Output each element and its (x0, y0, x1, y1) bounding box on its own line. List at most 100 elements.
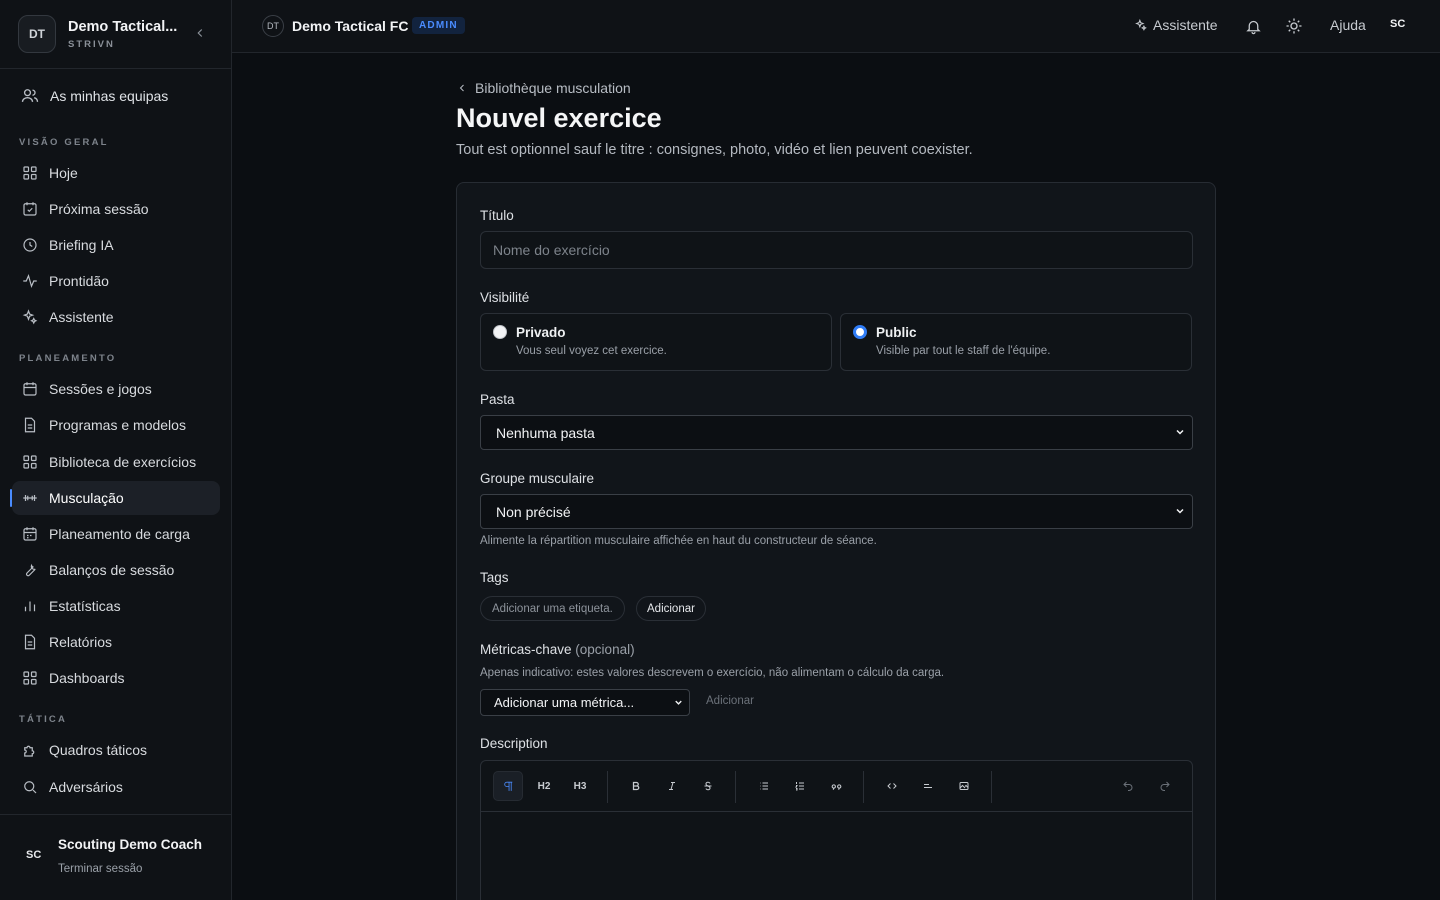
blockquote-button[interactable] (821, 771, 851, 801)
sidebar-item-label: Quadros táticos (49, 742, 148, 758)
page-title: Nouvel exercice (456, 103, 662, 133)
metrics-label-text: Métricas-chave (480, 642, 572, 657)
title-placeholder: Nome do exercício (493, 242, 610, 258)
sidebar-item-dashboards[interactable]: Dashboards (12, 661, 220, 695)
tags-label: Tags (480, 570, 509, 585)
sidebar-item-hoje[interactable]: Hoje (12, 156, 220, 190)
user-name: Scouting Demo Coach (58, 837, 203, 852)
visibility-option-public[interactable]: Public Visible par tout le staff de l'éq… (840, 313, 1192, 371)
description-editor[interactable]: H2 H3 (480, 760, 1193, 900)
sidebar-item-biblioteca[interactable]: Biblioteca de exercícios (12, 445, 220, 479)
my-teams-link[interactable]: As minhas equipas (20, 86, 168, 106)
bell-icon[interactable] (1245, 18, 1262, 35)
public-desc: Visible par tout le staff de l'équipe. (876, 345, 1051, 357)
grid-icon (23, 166, 37, 180)
italic-button[interactable] (657, 771, 687, 801)
title-input[interactable]: Nome do exercício (480, 231, 1193, 269)
image-button[interactable] (949, 771, 979, 801)
breadcrumb[interactable]: Bibliothèque musculation (456, 80, 631, 96)
private-title: Privado (516, 325, 566, 340)
my-teams-label: As minhas equipas (50, 88, 169, 104)
description-label: Description (480, 736, 548, 751)
ordered-list-button[interactable] (785, 771, 815, 801)
muscle-label: Groupe musculaire (480, 471, 595, 486)
main-content: Bibliothèque musculation Nouvel exercice… (232, 53, 1440, 900)
muscle-value: Non précisé (496, 503, 571, 520)
redo-button[interactable] (1150, 771, 1180, 801)
team-avatar: DT (262, 15, 284, 37)
muscle-select[interactable]: Non précisé (480, 494, 1193, 529)
chevron-left-icon[interactable] (193, 26, 207, 40)
user-profile: SC Scouting Demo Coach Terminar sessão (0, 814, 232, 900)
section-tactics: TÁTICA (19, 714, 68, 725)
sidebar-item-quadros[interactable]: Quadros táticos (12, 733, 220, 767)
sidebar-item-label: Relatórios (49, 634, 113, 650)
assistant-button[interactable]: Assistente (1134, 17, 1218, 33)
redo-icon (1160, 781, 1170, 791)
sidebar-item-programas[interactable]: Programas e modelos (12, 408, 220, 442)
team-switcher[interactable]: DT Demo Tactical... STRIVN (0, 0, 231, 69)
sidebar-item-label: Dashboards (49, 670, 125, 686)
activity-icon (23, 273, 37, 289)
folder-select[interactable]: Nenhuma pasta (480, 415, 1193, 450)
strikethrough-button[interactable] (693, 771, 723, 801)
sidebar-item-proxima[interactable]: Próxima sessão (12, 192, 220, 226)
add-tag-button[interactable]: Adicionar (636, 596, 706, 621)
sidebar-item-assistente[interactable]: Assistente (12, 300, 220, 334)
folder-value: Nenhuma pasta (496, 424, 595, 441)
sidebar-item-label: Hoje (49, 165, 78, 181)
undo-button[interactable] (1113, 771, 1143, 801)
bullet-list-button[interactable] (749, 771, 779, 801)
sidebar-item-prontidao[interactable]: Prontidão (12, 264, 220, 298)
chevron-down-icon (1176, 429, 1184, 435)
avatar[interactable]: SC (1390, 18, 1405, 30)
calendar-check-icon (23, 202, 37, 216)
radio-public[interactable] (853, 325, 867, 339)
chevron-down-icon (1176, 508, 1184, 514)
sidebar-item-musculacao[interactable]: Musculação (10, 481, 220, 515)
sidebar-item-relatorios[interactable]: Relatórios (12, 625, 220, 659)
title-label: Título (480, 208, 514, 223)
sidebar: DT Demo Tactical... STRIVN As minhas equ… (0, 0, 232, 900)
exercise-form: Título Nome do exercício Visibilité Priv… (456, 182, 1216, 900)
sidebar-item-adversarios[interactable]: Adversários (12, 770, 220, 804)
sun-icon[interactable] (1285, 17, 1303, 35)
help-link[interactable]: Ajuda (1330, 17, 1366, 33)
sidebar-item-carga[interactable]: Planeamento de carga (12, 517, 220, 551)
strikethrough-icon (704, 781, 712, 791)
sparkles-icon (22, 309, 38, 325)
sidebar-item-sessoes[interactable]: Sessões e jogos (12, 372, 220, 406)
heading3-button[interactable]: H3 (565, 771, 595, 801)
grid-icon (23, 671, 37, 685)
sidebar-item-balancos[interactable]: Balanços de sessão (12, 553, 220, 587)
sidebar-item-label: Balanços de sessão (49, 562, 175, 578)
chevron-left-icon (459, 84, 464, 92)
section-planning: PLANEAMENTO (19, 353, 117, 364)
public-title: Public (876, 325, 917, 340)
sidebar-item-label: Adversários (49, 779, 123, 795)
private-desc: Vous seul voyez cet exercice. (516, 345, 667, 357)
logout-link[interactable]: Terminar sessão (58, 863, 142, 875)
visibility-option-private[interactable]: Privado Vous seul voyez cet exercice. (480, 313, 832, 371)
wrench-icon (25, 563, 36, 577)
pilcrow-icon (503, 781, 512, 791)
heading2-button[interactable]: H2 (529, 771, 559, 801)
code-button[interactable] (877, 771, 907, 801)
toolbar-divider (607, 771, 608, 803)
search-icon (24, 781, 37, 794)
horizontal-rule-button[interactable] (913, 771, 943, 801)
sidebar-item-label: Planeamento de carga (49, 526, 190, 542)
metric-select[interactable]: Adicionar uma métrica... (480, 689, 690, 716)
toolbar-divider (863, 771, 864, 803)
list-icon (760, 782, 768, 790)
metric-select-value: Adicionar uma métrica... (494, 695, 635, 710)
paragraph-button[interactable] (493, 771, 523, 801)
add-metric-button[interactable]: Adicionar (706, 695, 754, 707)
tag-input[interactable]: Adicionar uma etiqueta. (480, 596, 625, 621)
bar-chart-icon (24, 601, 36, 612)
assistant-label: Assistente (1153, 17, 1218, 33)
radio-private[interactable] (493, 325, 507, 339)
sidebar-item-estatisticas[interactable]: Estatísticas (12, 589, 220, 623)
bold-button[interactable] (621, 771, 651, 801)
sidebar-item-briefing[interactable]: Briefing IA (12, 228, 220, 262)
